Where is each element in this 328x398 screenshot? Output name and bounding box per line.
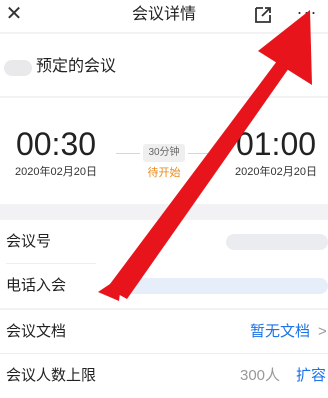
chevron-right-icon: >: [318, 323, 327, 340]
organizer-section: 预定的会议: [0, 34, 328, 98]
capacity-label: 会议人数上限: [6, 367, 97, 384]
docs-value[interactable]: 暂无文档: [250, 322, 310, 342]
meeting-docs-label: 会议文档: [6, 323, 67, 340]
more-icon[interactable]: ···: [294, 2, 320, 26]
duration-line-left: [116, 153, 140, 154]
start-date: 2020年02月20日: [15, 166, 97, 178]
blurred-meeting-id: [226, 234, 328, 250]
duration-badge: 30分钟: [143, 144, 185, 162]
phone-join-row[interactable]: 电话入会: [0, 264, 328, 308]
expand-capacity-button[interactable]: 扩容: [296, 366, 326, 386]
phone-join-label: 电话入会: [6, 277, 67, 294]
end-date: 2020年02月20日: [235, 166, 317, 178]
meeting-id-label: 会议号: [6, 233, 52, 250]
capacity-row: 会议人数上限 300人 扩容: [0, 354, 328, 398]
start-time: 00:30: [15, 126, 97, 162]
blurred-organizer-name: [4, 60, 32, 76]
meeting-docs-row[interactable]: 会议文档 暂无文档 >: [0, 310, 328, 354]
meeting-id-row[interactable]: 会议号: [0, 220, 328, 264]
end-time-block: 01:00 2020年02月20日: [226, 126, 326, 180]
status-badge: 待开始: [147, 167, 181, 179]
meeting-time-section: 00:30 2020年02月20日 30分钟 待开始 01:00 2020年02…: [0, 98, 328, 204]
page-title: 会议详情: [131, 6, 196, 23]
start-time-block: 00:30 2020年02月20日: [6, 126, 106, 180]
organizer-label: 预定的会议: [36, 58, 117, 75]
share-external-icon[interactable]: [252, 4, 274, 26]
top-nav-bar: ✕ 会议详情 ···: [0, 0, 328, 32]
capacity-value: 300人: [240, 367, 281, 384]
blurred-phone-number: [120, 278, 328, 294]
end-time: 01:00: [235, 126, 317, 162]
duration-line-right: [188, 153, 212, 154]
